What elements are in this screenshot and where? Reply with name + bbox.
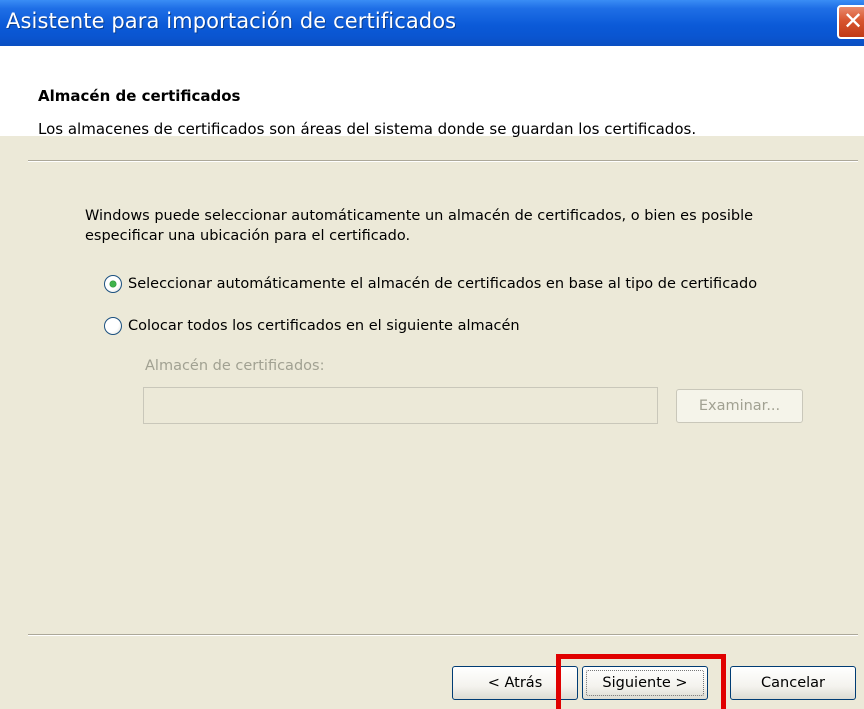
close-icon: ✕ (843, 7, 864, 35)
radio-dot (110, 281, 116, 287)
browse-button: Examinar... (676, 389, 803, 423)
radio-auto-select-label[interactable]: Seleccionar automáticamente el almacén d… (128, 274, 757, 294)
page-subtitle: Los almacenes de certificados son áreas … (38, 120, 697, 138)
certificate-import-wizard-window: Asistente para importación de certificad… (0, 0, 864, 709)
close-button[interactable]: ✕ (837, 5, 864, 39)
radio-unselected-icon[interactable] (104, 317, 122, 335)
window-title: Asistente para importación de certificad… (6, 9, 457, 33)
radio-selected-icon[interactable] (104, 275, 122, 293)
page-title: Almacén de certificados (38, 87, 241, 105)
next-button-highlight (556, 654, 726, 709)
description-text: Windows puede seleccionar automáticament… (85, 208, 754, 244)
store-input (143, 387, 658, 424)
cancel-button[interactable]: Cancelar (730, 666, 856, 700)
radio-place-in-store-label[interactable]: Colocar todos los certificados en el sig… (128, 316, 520, 336)
footer-divider (28, 634, 858, 636)
wizard-header-panel: Almacén de certificados Los almacenes de… (0, 46, 864, 138)
header-divider (28, 160, 858, 162)
title-bar[interactable]: Asistente para importación de certificad… (0, 0, 864, 46)
store-field-label: Almacén de certificados: (145, 358, 325, 374)
